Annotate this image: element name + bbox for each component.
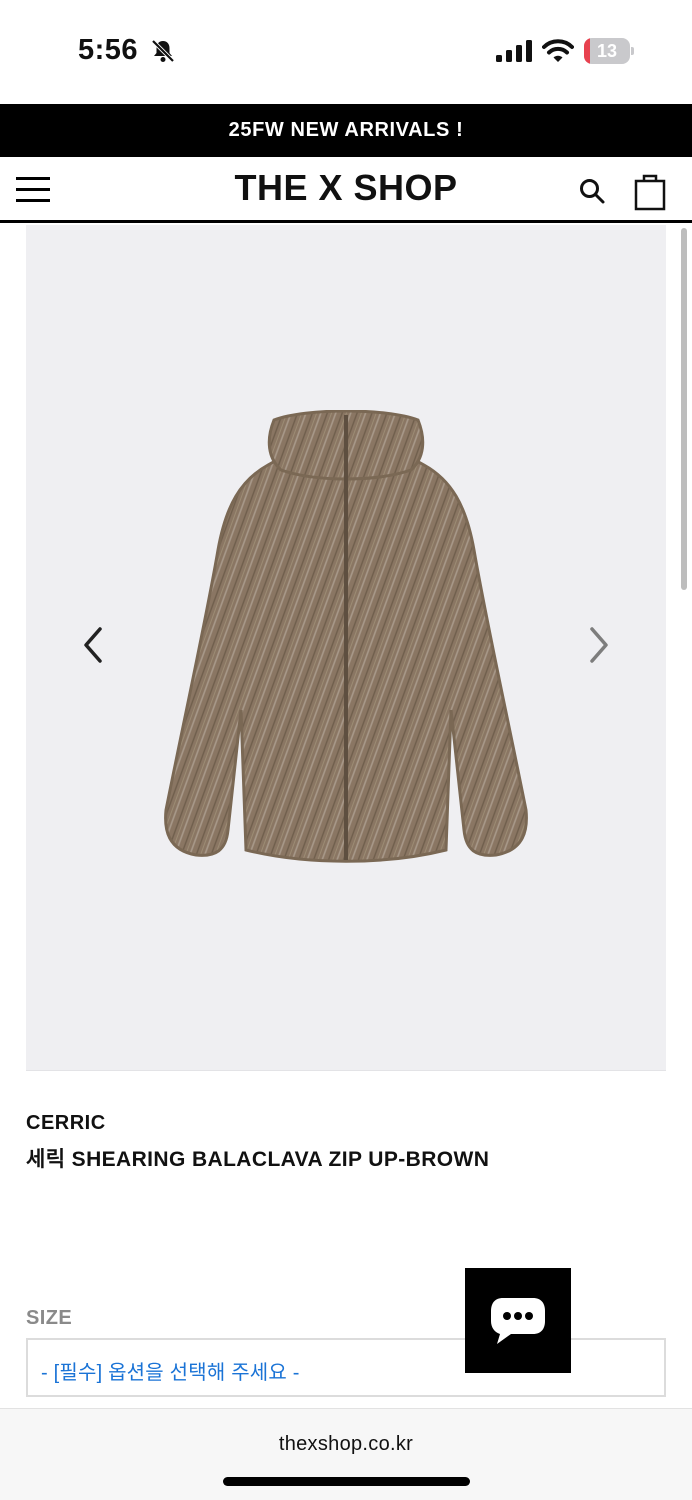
product-brand[interactable]: CERRIC (26, 1112, 106, 1135)
battery-level: 13 (596, 41, 618, 61)
promo-banner[interactable]: 25FW NEW ARRIVALS ! (0, 104, 692, 157)
cellular-signal-icon (496, 40, 532, 62)
bell-slash-icon (151, 39, 175, 63)
chevron-right-icon[interactable] (582, 625, 612, 665)
browser-url-bar[interactable]: thexshop.co.kr (0, 1408, 692, 1500)
chat-bubble-icon (491, 1298, 545, 1344)
shopping-bag-icon[interactable] (634, 173, 666, 211)
size-option-label: SIZE (26, 1307, 73, 1329)
site-header: THE X SHOP (0, 157, 692, 223)
product-name: 세릭 SHEARING BALACLAVA ZIP UP-BROWN (26, 1148, 490, 1171)
size-select-placeholder: - [필수] 옵션을 선택해 주세요 - (41, 1362, 300, 1384)
chevron-left-icon[interactable] (80, 625, 110, 665)
status-time: 5:56 (78, 34, 139, 66)
status-bar: 5:56 13 (0, 0, 692, 104)
page-scrollbar[interactable] (681, 228, 687, 590)
wifi-icon (542, 39, 574, 62)
home-indicator[interactable] (223, 1477, 470, 1486)
search-icon[interactable] (578, 177, 606, 205)
url-text[interactable]: thexshop.co.kr (0, 1433, 692, 1456)
product-image-carousel[interactable] (26, 225, 666, 1071)
product-photo (164, 410, 528, 863)
chat-button[interactable] (465, 1268, 571, 1373)
battery-icon: 13 (584, 38, 634, 64)
